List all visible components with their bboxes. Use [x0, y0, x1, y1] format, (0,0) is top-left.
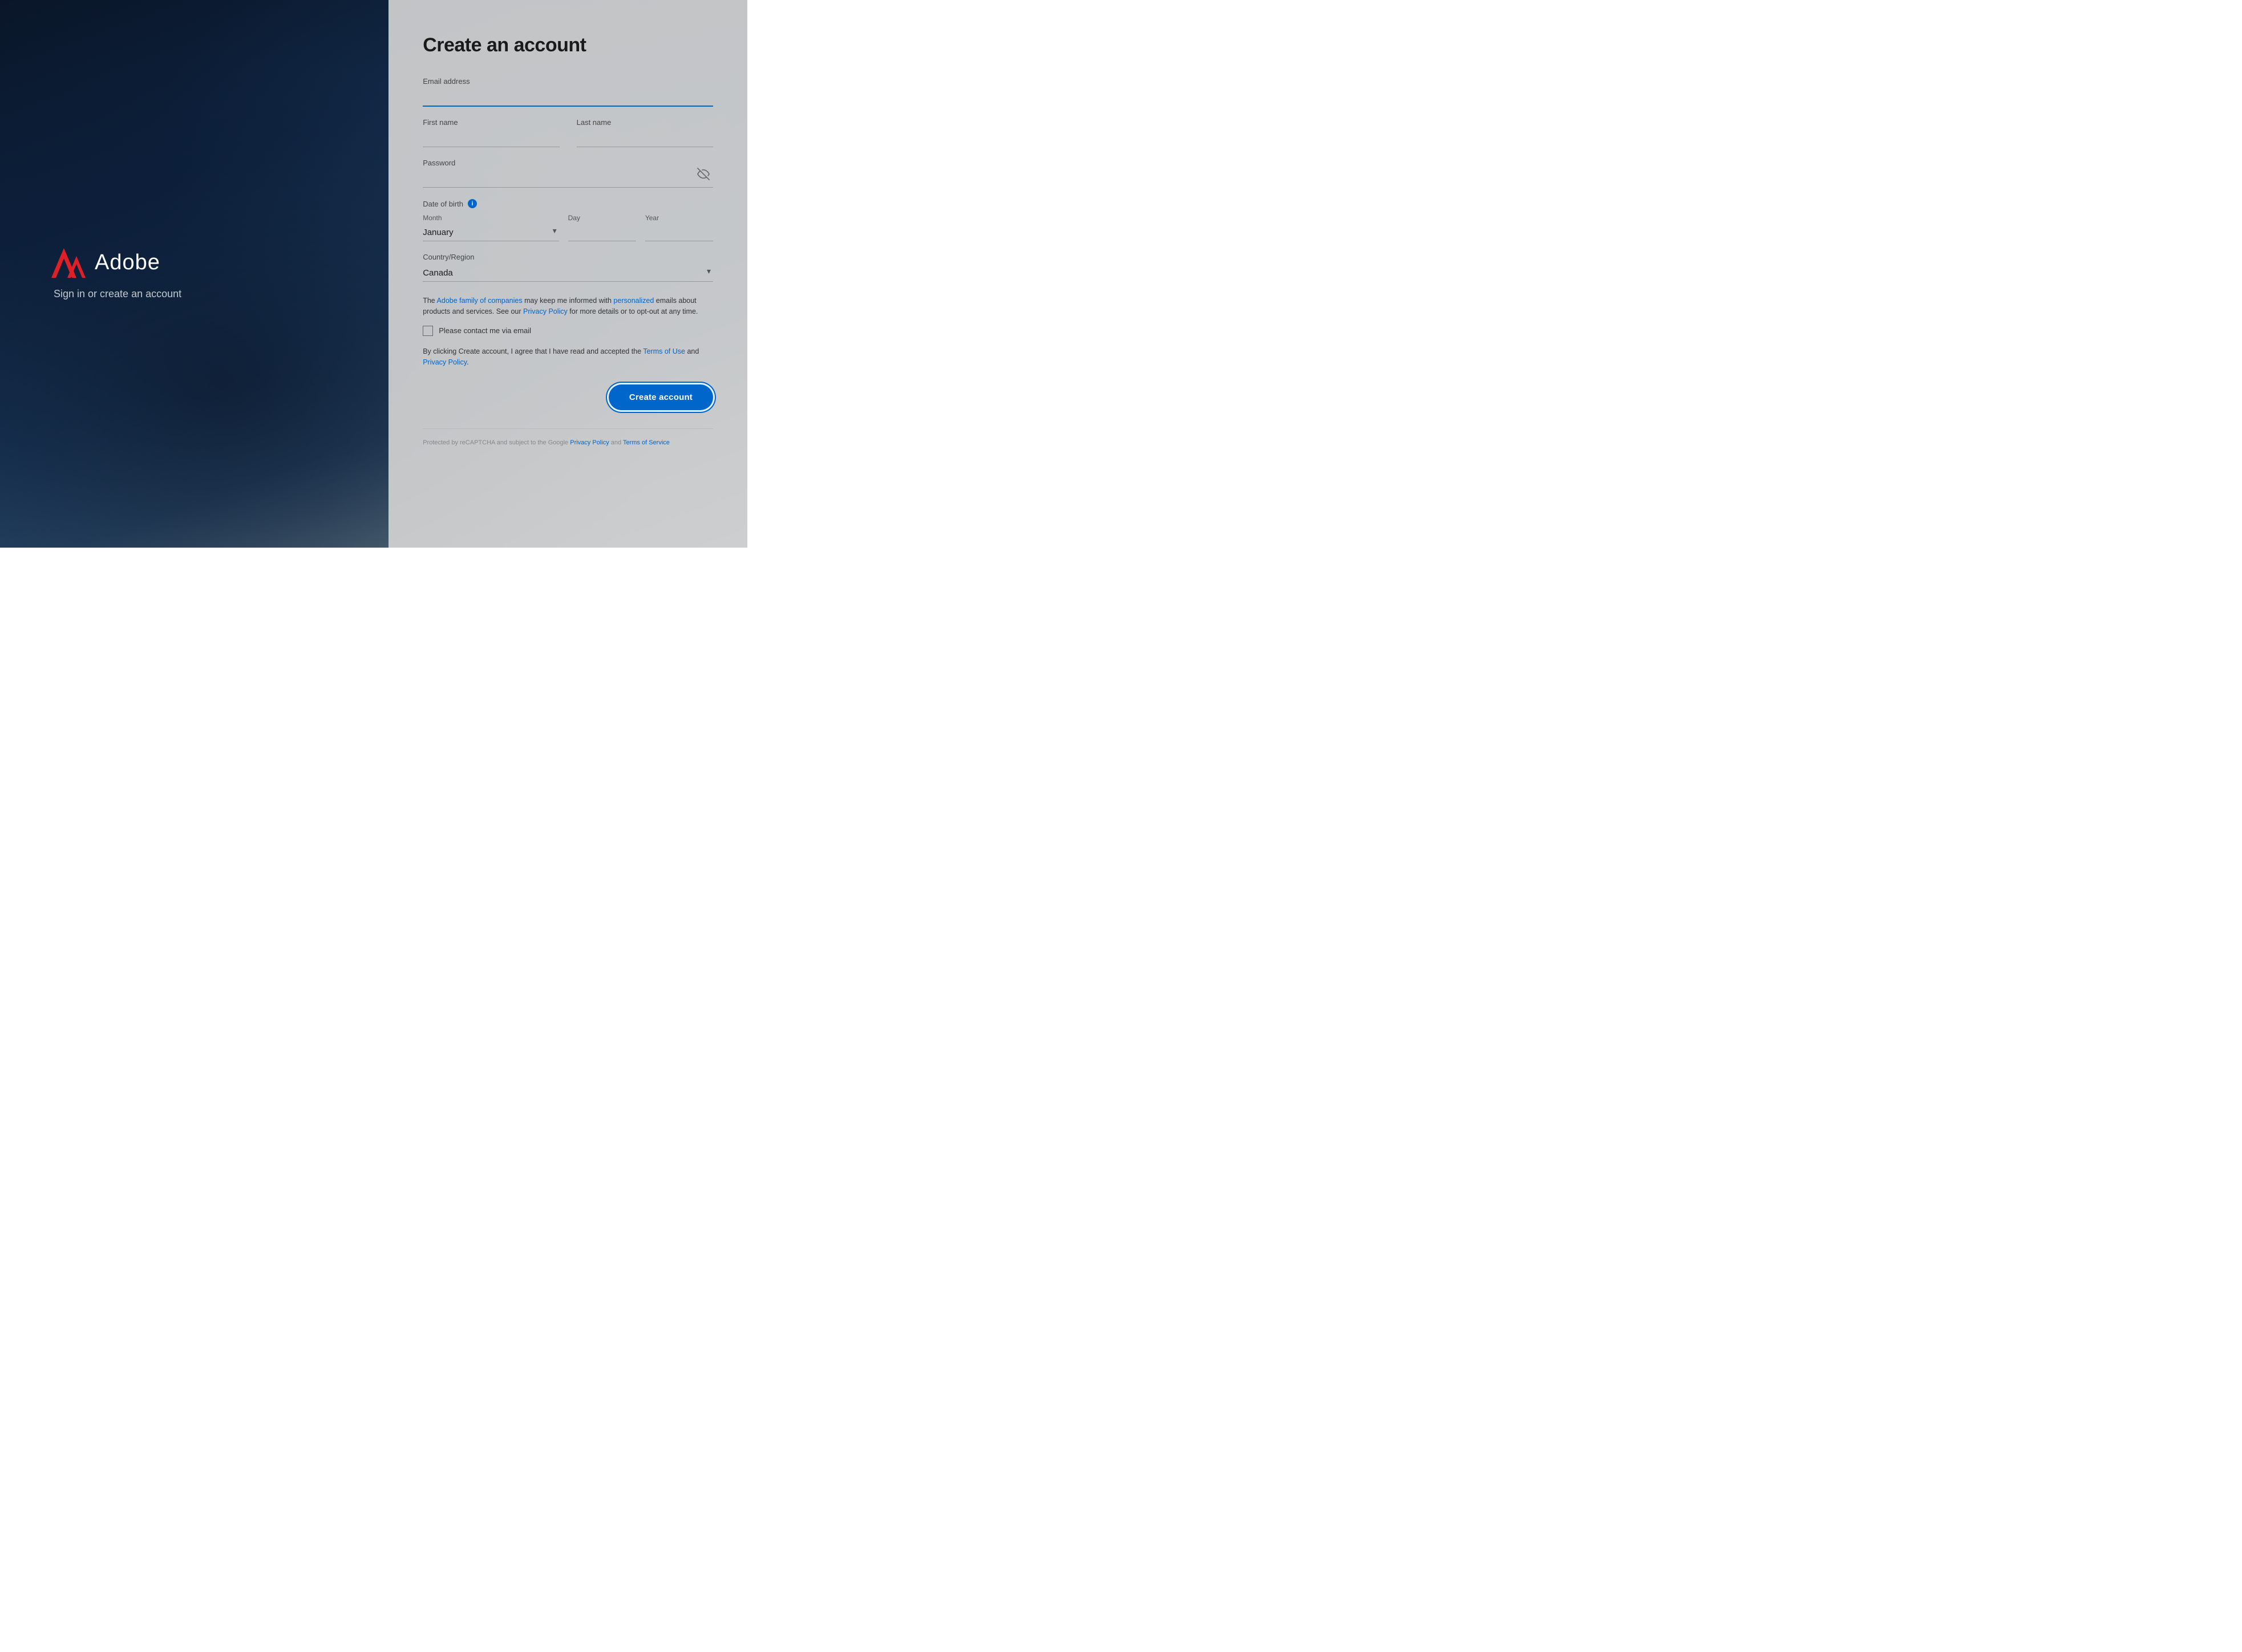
dob-year-field: Year: [645, 214, 713, 241]
privacy-text: The Adobe family of companies may keep m…: [423, 295, 713, 318]
country-select[interactable]: Canada United States United Kingdom Aust…: [423, 265, 713, 282]
divider: [423, 428, 713, 429]
terms-of-use-link[interactable]: Terms of Use: [643, 347, 685, 355]
dob-label-row: Date of birth i: [423, 199, 713, 208]
create-btn-row: Create account: [423, 384, 713, 410]
recaptcha-terms-link[interactable]: Terms of Service: [623, 439, 670, 446]
recaptcha-text-2: and: [609, 439, 623, 446]
terms-text-1: By clicking Create account, I agree that…: [423, 347, 643, 355]
month-sublabel: Month: [423, 214, 559, 222]
toggle-password-icon[interactable]: [697, 168, 710, 183]
privacy-text-2: may keep me informed with: [523, 297, 614, 305]
recaptcha-text-1: Protected by reCAPTCHA and subject to th…: [423, 439, 570, 446]
year-input[interactable]: [645, 224, 713, 241]
email-input[interactable]: [423, 89, 713, 107]
email-field-group: Email address: [423, 77, 713, 107]
adobe-icon: [51, 248, 86, 278]
adobe-wordmark: Adobe: [95, 250, 160, 275]
country-section: Country/Region Canada United States Unit…: [423, 253, 713, 282]
last-name-field-group: Last name: [577, 118, 713, 147]
adobe-tagline: Sign in or create an account: [51, 288, 411, 300]
year-sublabel: Year: [645, 214, 713, 222]
terms-text: By clicking Create account, I agree that…: [423, 346, 713, 369]
dob-day-field: Day: [568, 214, 636, 241]
first-name-input[interactable]: [423, 130, 559, 147]
privacy-policy-link-1[interactable]: Privacy Policy: [523, 307, 568, 315]
day-input[interactable]: [568, 224, 636, 241]
dob-info-icon[interactable]: i: [468, 199, 477, 208]
day-sublabel: Day: [568, 214, 636, 222]
recaptcha-privacy-link[interactable]: Privacy Policy: [570, 439, 609, 446]
name-row: First name Last name: [423, 118, 713, 159]
last-name-input[interactable]: [577, 130, 713, 147]
country-select-wrapper: Canada United States United Kingdom Aust…: [423, 265, 713, 282]
privacy-text-1: The: [423, 297, 436, 305]
recaptcha-text: Protected by reCAPTCHA and subject to th…: [423, 438, 713, 448]
first-name-label: First name: [423, 118, 559, 127]
contact-checkbox[interactable]: [423, 326, 433, 336]
right-panel: Create an account Email address First na…: [388, 0, 747, 548]
month-select-wrapper: January February March April May June Ju…: [423, 224, 559, 241]
password-input[interactable]: [423, 171, 713, 188]
dob-month-field: Month January February March April May J…: [423, 214, 559, 241]
month-select[interactable]: January February March April May June Ju…: [423, 224, 559, 241]
create-account-button[interactable]: Create account: [609, 384, 713, 410]
form-title: Create an account: [423, 34, 713, 56]
dob-label: Date of birth: [423, 200, 463, 208]
privacy-text-4: for more details or to opt-out at any ti…: [568, 307, 698, 315]
privacy-policy-link-2[interactable]: Privacy Policy: [423, 358, 467, 366]
adobe-logo: Adobe: [51, 248, 411, 278]
terms-text-2: and: [685, 347, 699, 355]
checkbox-row: Please contact me via email: [423, 326, 713, 336]
dob-section: Date of birth i Month January February M…: [423, 199, 713, 241]
adobe-family-link[interactable]: Adobe family of companies: [437, 297, 523, 305]
dob-fields: Month January February March April May J…: [423, 214, 713, 241]
personalized-link[interactable]: personalized: [613, 297, 654, 305]
email-label: Email address: [423, 77, 713, 86]
terms-text-3: .: [467, 358, 468, 366]
first-name-field-group: First name: [423, 118, 559, 147]
left-panel: Adobe Sign in or create an account: [0, 0, 411, 548]
password-field-group: Password: [423, 159, 713, 188]
country-label: Country/Region: [423, 253, 713, 261]
last-name-label: Last name: [577, 118, 713, 127]
password-wrapper: [423, 171, 713, 188]
checkbox-label: Please contact me via email: [439, 326, 531, 335]
password-label: Password: [423, 159, 713, 167]
